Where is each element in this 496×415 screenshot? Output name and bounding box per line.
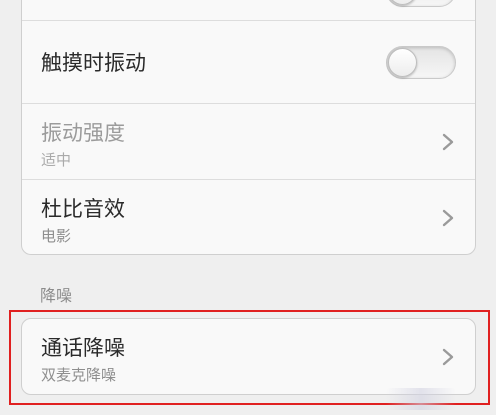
- noise-reduction-section-header: 降噪: [40, 286, 73, 305]
- chevron-right-icon: [442, 209, 454, 227]
- chevron-right-icon: [442, 133, 454, 151]
- noise-reduction-card: 通话降噪 双麦克降噪: [21, 318, 476, 395]
- previous-toggle-row[interactable]: [22, 0, 475, 19]
- touch-vibration-row[interactable]: 触摸时振动: [22, 21, 475, 104]
- toggle-knob: [388, 0, 417, 5]
- dolby-value: 电影: [41, 227, 72, 245]
- chevron-right-icon: [442, 348, 454, 366]
- touch-vibration-label: 触摸时振动: [41, 51, 146, 75]
- call-noise-reduction-value: 双麦克降噪: [41, 366, 117, 384]
- dolby-row[interactable]: 杜比音效 电影: [22, 180, 475, 255]
- vibration-strength-value: 适中: [41, 151, 72, 169]
- vibration-strength-row[interactable]: 振动强度 适中: [22, 104, 475, 179]
- dolby-label: 杜比音效: [41, 197, 125, 221]
- settings-card: 触摸时振动 振动强度 适中 杜比音效 电影: [21, 0, 476, 255]
- touch-vibration-toggle[interactable]: [386, 46, 456, 79]
- call-noise-reduction-label: 通话降噪: [41, 336, 125, 360]
- toggle-knob: [388, 48, 417, 77]
- previous-toggle-switch[interactable]: [386, 0, 456, 7]
- vibration-strength-label: 振动强度: [41, 121, 125, 145]
- call-noise-reduction-row[interactable]: 通话降噪 双麦克降噪: [22, 319, 475, 394]
- watermark: [386, 388, 456, 410]
